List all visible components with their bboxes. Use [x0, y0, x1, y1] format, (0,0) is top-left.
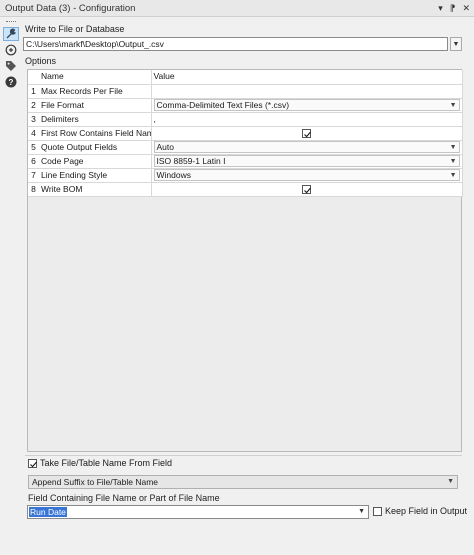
- configuration-icon[interactable]: [3, 27, 19, 41]
- quote-fields-cell: Auto ▼: [151, 140, 463, 155]
- output-path-field[interactable]: C:\Users\markf\Desktop\Output_.csv: [23, 37, 448, 51]
- help-icon[interactable]: ?: [3, 75, 19, 89]
- svg-text:?: ?: [9, 78, 14, 87]
- field-containing-name-label: Field Containing File Name or Part of Fi…: [28, 493, 220, 503]
- chevron-down-icon: ▼: [449, 144, 457, 151]
- row-number: 7: [28, 168, 39, 183]
- pin-icon[interactable]: ⁋: [450, 3, 456, 14]
- name-mode-dropdown[interactable]: Append Suffix to File/Table Name ▼: [28, 475, 458, 489]
- table-row: 1 Max Records Per File: [28, 84, 463, 99]
- keep-field-checkbox[interactable]: [373, 506, 382, 516]
- row-number: 6: [28, 154, 39, 169]
- row-number-header: [28, 70, 39, 85]
- file-name-field-dropdown[interactable]: Run Date ▼: [27, 505, 369, 519]
- options-label: Options: [25, 56, 57, 66]
- quote-output-fields-dropdown[interactable]: Auto ▼: [153, 141, 460, 153]
- max-records-input[interactable]: [151, 84, 463, 99]
- file-format-value: Comma-Delimited Text Files (*.csv): [156, 100, 290, 110]
- table-row: 6 Code Page ISO 8859-1 Latin I ▼: [28, 154, 463, 169]
- code-page-dropdown[interactable]: ISO 8859-1 Latin I ▼: [153, 155, 460, 167]
- table-row: 2 File Format Comma-Delimited Text Files…: [28, 98, 463, 113]
- toolbar-grip: [6, 21, 16, 24]
- option-name: File Format: [39, 98, 152, 113]
- option-name: Code Page: [39, 154, 152, 169]
- options-grid: Name Value 1 Max Records Per File 2 File…: [27, 69, 463, 452]
- row-number: 4: [28, 126, 39, 141]
- option-name: Max Records Per File: [39, 84, 152, 99]
- file-format-cell: Comma-Delimited Text Files (*.csv) ▼: [151, 98, 463, 113]
- option-name: First Row Contains Field Names: [39, 126, 152, 141]
- configuration-panel: Write to File or Database C:\Users\markf…: [22, 17, 474, 555]
- take-name-from-field-row: Take File/Table Name From Field: [28, 458, 172, 468]
- option-name: Line Ending Style: [39, 168, 152, 183]
- value-column-header: Value: [151, 70, 463, 85]
- panel-titlebar: Output Data (3) - Configuration ▾ ⁋ ✕: [0, 0, 474, 17]
- row-number: 1: [28, 84, 39, 99]
- name-column-header: Name: [39, 70, 152, 85]
- write-label: Write to File or Database: [25, 24, 125, 34]
- code-page-value: ISO 8859-1 Latin I: [156, 156, 226, 166]
- table-row: 4 First Row Contains Field Names: [28, 126, 463, 141]
- divider: [25, 455, 462, 456]
- tool-properties-icon[interactable]: [3, 43, 19, 57]
- line-ending-cell: Windows ▼: [151, 168, 463, 183]
- take-name-from-field-checkbox[interactable]: [28, 458, 38, 468]
- left-toolbar: ?: [0, 17, 22, 555]
- titlebar-controls: ▾ ⁋ ✕: [438, 0, 470, 17]
- panel-title: Output Data (3) - Configuration: [5, 2, 136, 14]
- table-row: 3 Delimiters ,: [28, 112, 463, 127]
- option-name: Write BOM: [39, 182, 152, 197]
- chevron-down-icon: ▼: [447, 478, 454, 485]
- line-ending-dropdown[interactable]: Windows ▼: [153, 169, 460, 181]
- row-number: 2: [28, 98, 39, 113]
- file-format-dropdown[interactable]: Comma-Delimited Text Files (*.csv) ▼: [153, 99, 460, 111]
- chevron-down-icon: ▼: [449, 172, 457, 179]
- chevron-down-icon: ▼: [449, 158, 457, 165]
- option-name: Delimiters: [39, 112, 152, 127]
- keep-field-label: Keep Field in Output: [385, 506, 468, 516]
- dropdown-menu-icon[interactable]: ▾: [438, 3, 443, 14]
- row-number: 3: [28, 112, 39, 127]
- line-ending-value: Windows: [156, 170, 191, 180]
- first-row-field-names-cell: [151, 126, 463, 141]
- tag-icon[interactable]: [3, 59, 19, 73]
- table-row: 5 Quote Output Fields Auto ▼: [28, 140, 463, 155]
- write-bom-checkbox[interactable]: [302, 184, 312, 194]
- option-name: Quote Output Fields: [39, 140, 152, 155]
- keep-field-row: Keep Field in Output: [373, 506, 467, 516]
- quote-output-fields-value: Auto: [156, 142, 175, 152]
- chevron-down-icon: ▼: [358, 508, 365, 515]
- row-number: 8: [28, 182, 39, 197]
- code-page-cell: ISO 8859-1 Latin I ▼: [151, 154, 463, 169]
- name-mode-value: Append Suffix to File/Table Name: [32, 477, 158, 487]
- write-bom-cell: [151, 182, 463, 197]
- file-name-field-value: Run Date: [29, 507, 67, 517]
- path-dropdown-button[interactable]: ▼: [450, 37, 462, 51]
- delimiters-input[interactable]: ,: [151, 112, 463, 127]
- close-icon[interactable]: ✕: [462, 3, 470, 14]
- first-row-field-names-checkbox[interactable]: [302, 128, 312, 138]
- table-row: 7 Line Ending Style Windows ▼: [28, 168, 463, 183]
- grid-header-row: Name Value: [28, 70, 463, 85]
- take-name-from-field-label: Take File/Table Name From Field: [40, 458, 173, 468]
- table-row: 8 Write BOM: [28, 182, 463, 197]
- chevron-down-icon: ▼: [449, 102, 457, 109]
- row-number: 5: [28, 140, 39, 155]
